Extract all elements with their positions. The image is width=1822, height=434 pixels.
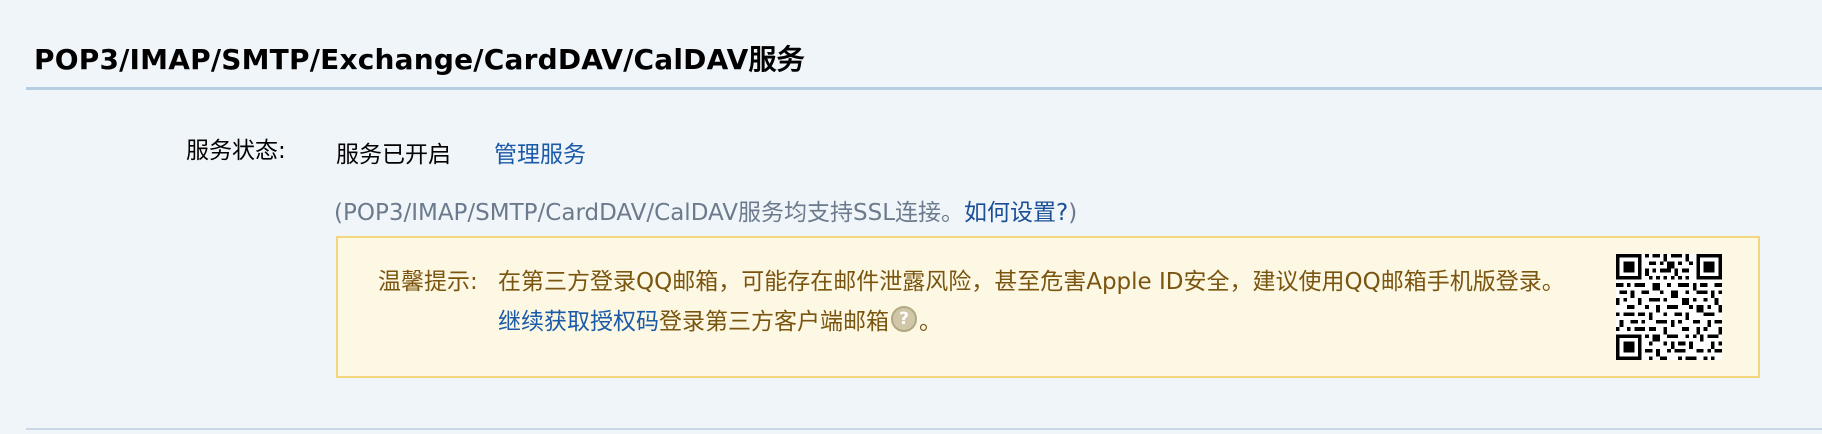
question-circle-icon[interactable]: ? bbox=[891, 306, 917, 332]
tip-label: 温馨提示: bbox=[378, 269, 478, 295]
get-auth-code-link[interactable]: 继续获取授权码 bbox=[498, 302, 659, 336]
service-settings-panel: POP3/IMAP/SMTP/Exchange/CardDAV/CalDAV服务… bbox=[0, 0, 1822, 434]
service-status-label: 服务状态: bbox=[186, 138, 286, 164]
tip-auth-line: 继续获取授权码 登录第三方客户端邮箱?。 bbox=[498, 302, 942, 336]
ssl-note-text: (POP3/IMAP/SMTP/CardDAV/CalDAV服务均支持SSL连接… bbox=[334, 200, 965, 226]
title-divider bbox=[26, 87, 1822, 90]
how-to-setup-link[interactable]: 如何设置? bbox=[964, 200, 1068, 226]
ssl-support-note: (POP3/IMAP/SMTP/CardDAV/CalDAV服务均支持SSL连接… bbox=[334, 193, 1077, 227]
manage-service-link[interactable]: 管理服务 bbox=[494, 135, 586, 169]
security-tip-box: 温馨提示: 在第三方登录QQ邮箱，可能存在邮件泄露风险，甚至危害Apple ID… bbox=[336, 236, 1760, 378]
section-title: POP3/IMAP/SMTP/Exchange/CardDAV/CalDAV服务 bbox=[34, 43, 805, 76]
bottom-divider bbox=[26, 428, 1822, 430]
tip-auth-text: 登录第三方客户端邮箱 bbox=[659, 309, 889, 335]
qr-code-icon bbox=[1616, 254, 1722, 360]
ssl-note-close: ) bbox=[1068, 200, 1078, 226]
tip-message: 在第三方登录QQ邮箱，可能存在邮件泄露风险，甚至危害Apple ID安全，建议使… bbox=[498, 269, 1565, 295]
tip-auth-end: 。 bbox=[919, 309, 942, 335]
service-status-value: 服务已开启 bbox=[336, 142, 451, 168]
